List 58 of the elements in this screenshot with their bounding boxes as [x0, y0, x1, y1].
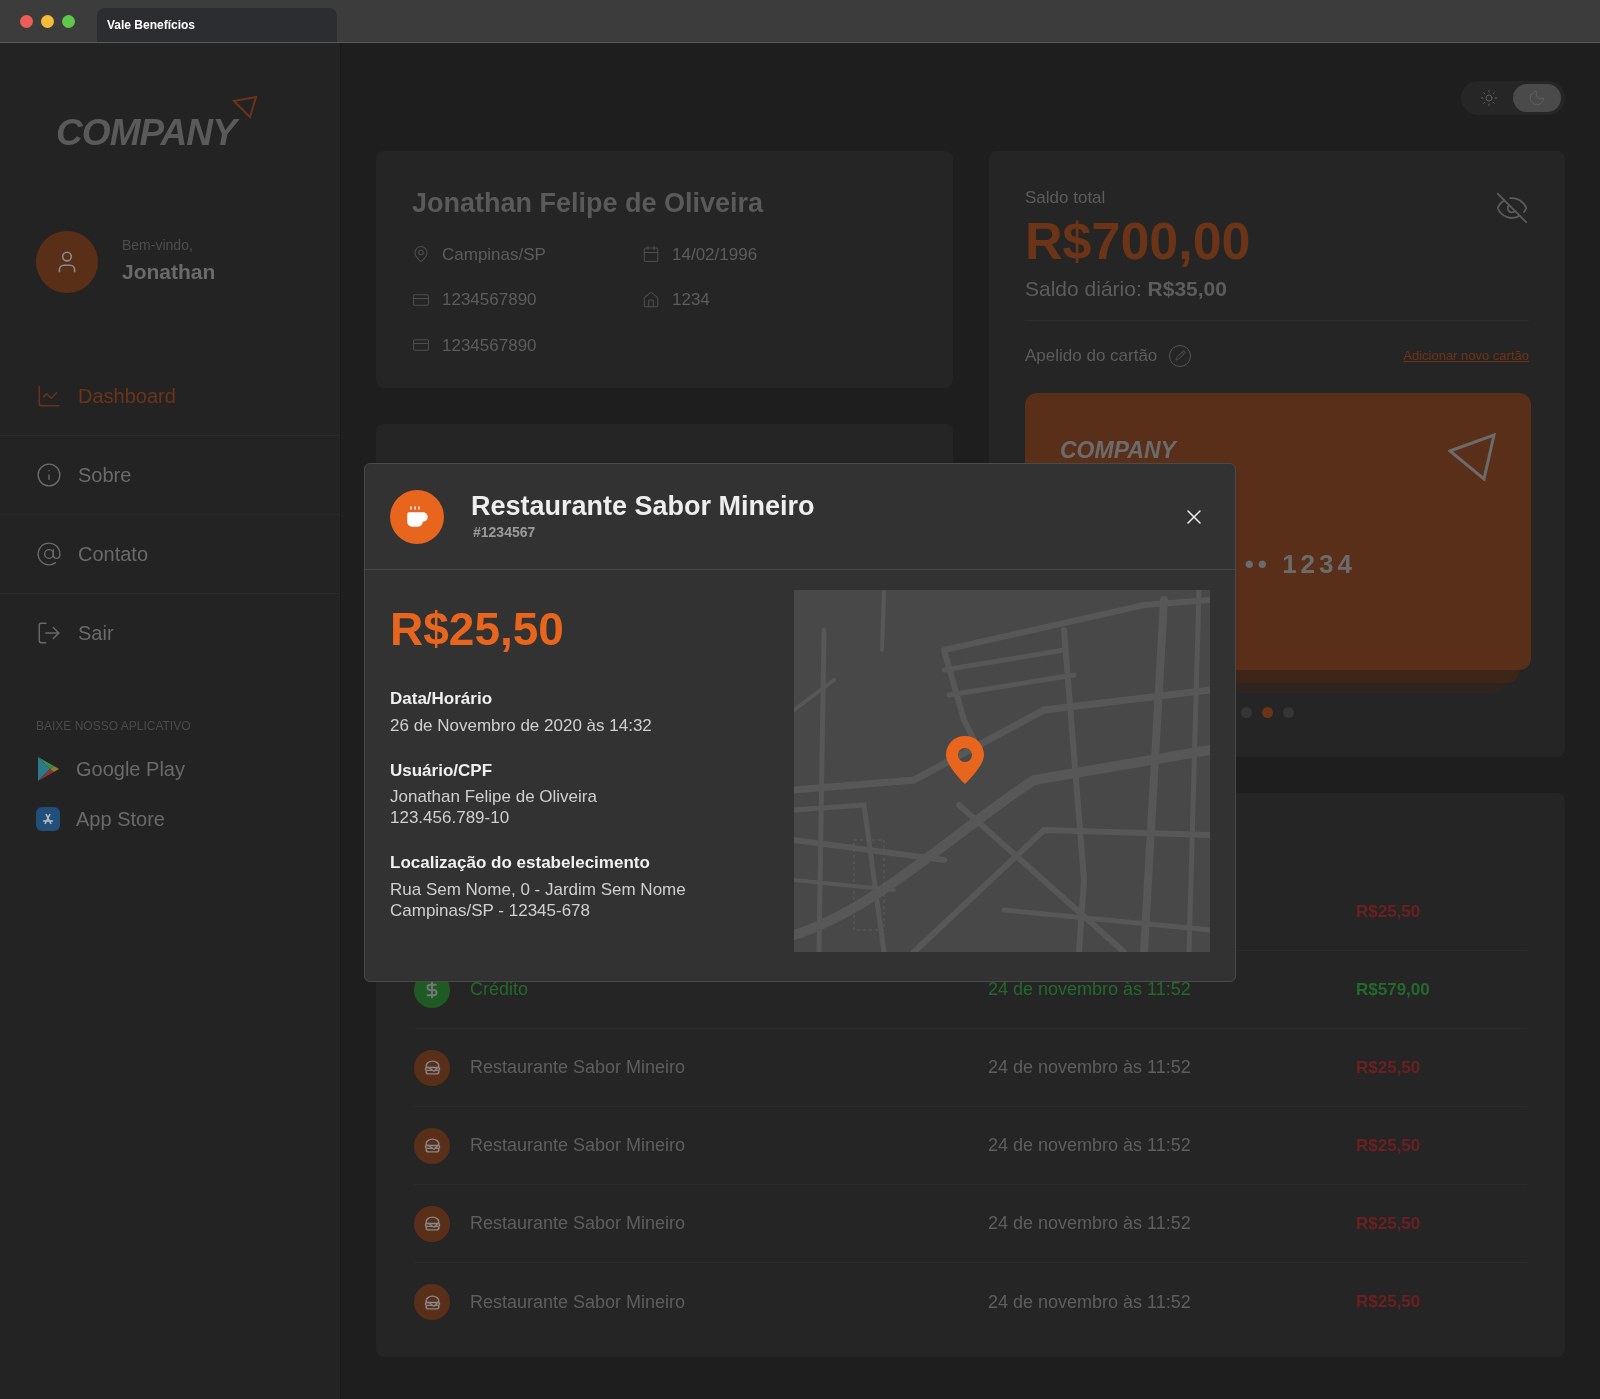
transaction-amount: R$579,00: [1356, 978, 1430, 1001]
transaction-name: Restaurante Sabor Mineiro: [470, 1057, 686, 1077]
transaction-name: Crédito: [470, 979, 529, 999]
transaction-date: 24 de novembro às 11:52: [988, 1213, 1191, 1233]
transaction-amount: R$25,50: [1356, 1134, 1421, 1157]
burger-icon: [414, 1284, 450, 1320]
transaction-date: 24 de novembro às 11:52: [988, 1057, 1191, 1077]
transaction-amount: R$25,50: [1356, 1212, 1421, 1235]
transaction-name: Restaurante Sabor Mineiro: [470, 1213, 686, 1233]
transaction-date: 24 de novembro às 11:52: [988, 1135, 1191, 1155]
paper-plane-icon: [231, 95, 258, 119]
transaction-name: Restaurante Sabor Mineiro: [470, 1135, 686, 1155]
location-pin-icon: [412, 245, 430, 264]
detail-value: Jonathan Felipe de Oliveira: [390, 786, 598, 807]
store-link[interactable]: App Store: [0, 796, 340, 841]
app-store-icon: [36, 806, 60, 831]
contact-icon: [36, 540, 62, 567]
dialog-title: Restaurante Sabor Mineiro: [471, 490, 816, 522]
play-triangle-icon: [36, 755, 60, 782]
detail-label: Usuário/CPF: [390, 759, 494, 782]
nav-item[interactable]: Sobre: [0, 435, 340, 515]
nav-item[interactable]: Sair: [0, 593, 340, 673]
transaction-date: 24 de novembro às 11:52: [988, 979, 1191, 999]
logout-icon: [36, 620, 62, 646]
user-name: Jonathan: [122, 259, 216, 286]
moon-icon[interactable]: [1513, 84, 1561, 112]
add-card-link[interactable]: Adicionar novo cartão: [1403, 346, 1529, 366]
burger-icon: [414, 1205, 450, 1242]
transaction-amount: R$25,50: [1356, 1056, 1421, 1079]
transaction-code: #1234567: [473, 523, 537, 542]
theme-toggle[interactable]: [1461, 81, 1565, 115]
location-pin-icon: [945, 735, 985, 785]
paper-plane-icon: [1448, 432, 1496, 481]
calendar-icon: [642, 245, 660, 264]
total-balance: R$700,00: [1025, 210, 1251, 271]
about-icon: [36, 461, 62, 488]
nav-item[interactable]: Dashboard: [0, 356, 340, 436]
nav-item[interactable]: Contato: [0, 514, 340, 594]
detail-label: Data/Horário: [390, 688, 494, 710]
transaction-date: 24 de novembro às 11:52: [988, 1291, 1191, 1312]
hide-eye-icon[interactable]: [1495, 191, 1529, 225]
transaction-amount: R$25,50: [1356, 1291, 1421, 1314]
detail-label: Localização do estabelecimento: [390, 852, 651, 874]
transaction-amount: R$25,50: [1356, 900, 1421, 923]
transaction-name: Restaurante Sabor Mineiro: [470, 1291, 686, 1312]
store-link[interactable]: Google Play: [0, 746, 340, 791]
detail-value: Campinas/SP - 12345-678: [390, 899, 592, 921]
detail-value: Rua Sem Nome, 0 - Jardim Sem Nome: [390, 878, 687, 900]
browser-tab[interactable]: Vale Benefícios: [97, 8, 337, 42]
card-number: •• 1234: [1244, 547, 1356, 581]
burger-icon: [414, 1127, 450, 1164]
burger-icon: [414, 1049, 450, 1086]
card-logo: COMPANY: [1060, 435, 1176, 465]
detail-value: 123.456.789-10: [390, 807, 511, 828]
coffee-cup-icon: [390, 489, 444, 544]
detail-value: 26 de Novembro de 2020 às 14:32: [390, 714, 653, 736]
transaction-amount: R$25,50: [390, 602, 565, 657]
house-icon: [642, 290, 660, 309]
